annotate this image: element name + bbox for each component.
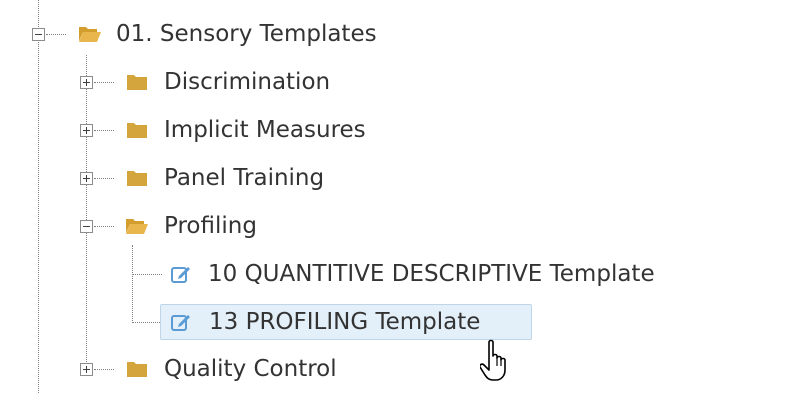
tree-guide-line	[94, 226, 114, 227]
folder-icon	[127, 123, 147, 138]
tree-guide-line	[132, 245, 133, 323]
tree-node-label: 01. Sensory Templates	[116, 21, 377, 47]
tree-node-label: 13 PROFILING Template	[209, 309, 481, 335]
folder-icon	[127, 362, 147, 377]
expand-toggle-quality-control[interactable]	[80, 363, 93, 376]
tree-node-profiling-template[interactable]: 13 PROFILING Template	[160, 304, 532, 340]
tree-guide-line	[132, 322, 162, 323]
folder-open-icon	[126, 219, 148, 234]
tree-node-implicit-measures[interactable]: Implicit Measures	[160, 113, 370, 147]
tree-node-discrimination[interactable]: Discrimination	[160, 65, 334, 99]
tree-guide-line	[94, 130, 114, 131]
tree-guide-line	[94, 178, 114, 179]
expand-toggle-implicit-measures[interactable]	[80, 124, 93, 137]
tree-guide-line	[46, 34, 66, 35]
tree-node-quality-control[interactable]: Quality Control	[160, 352, 341, 386]
edit-icon	[171, 315, 190, 331]
tree-node-label: Quality Control	[164, 356, 337, 382]
folder-icon	[127, 171, 147, 186]
collapse-toggle-sensory-templates[interactable]	[32, 28, 45, 41]
folder-open-icon	[79, 27, 101, 42]
tree-node-label: Profiling	[164, 213, 257, 239]
tree-node-label: 10 QUANTITIVE DESCRIPTIVE Template	[208, 261, 655, 287]
expand-toggle-panel-training[interactable]	[80, 172, 93, 185]
expand-toggle-discrimination[interactable]	[80, 76, 93, 89]
edit-icon	[171, 267, 190, 283]
tree-node-panel-training[interactable]: Panel Training	[160, 161, 328, 195]
tree-guide-line	[86, 55, 87, 368]
tree-node-profiling[interactable]: Profiling	[160, 209, 261, 243]
tree-node-label: Panel Training	[164, 165, 325, 191]
hand-cursor-icon	[480, 339, 506, 381]
folder-icon	[127, 75, 147, 90]
tree-node-label: Discrimination	[164, 69, 331, 95]
tree-guide-line	[38, 0, 39, 393]
collapse-toggle-profiling[interactable]	[80, 220, 93, 233]
tree-node-label: Implicit Measures	[164, 117, 366, 143]
tree-guide-line	[94, 82, 114, 83]
tree-guide-line	[94, 369, 114, 370]
tree-node-quantitive-descriptive-template[interactable]: 10 QUANTITIVE DESCRIPTIVE Template	[204, 257, 659, 291]
tree-guide-line	[132, 274, 162, 275]
tree-node-sensory-templates[interactable]: 01. Sensory Templates	[112, 17, 381, 51]
